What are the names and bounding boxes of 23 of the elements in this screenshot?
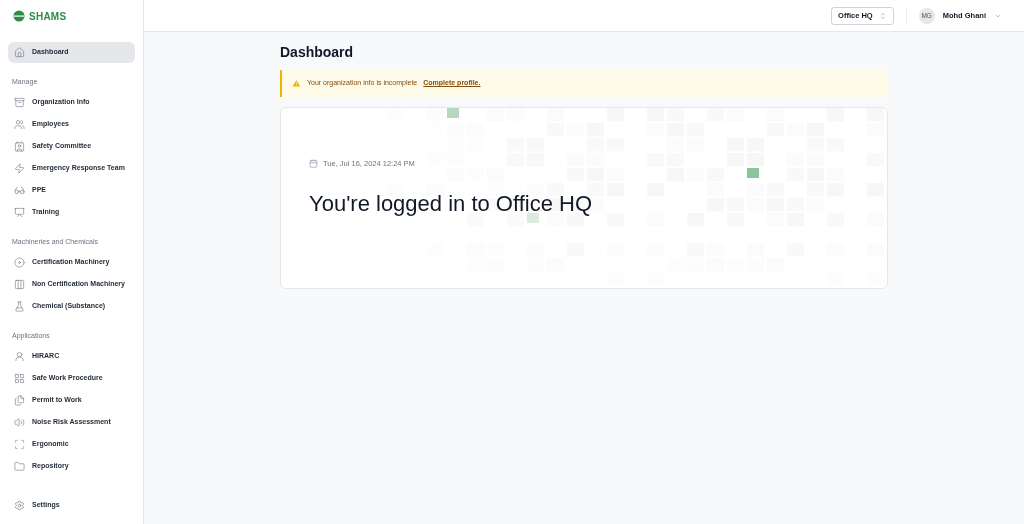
dial-icon (14, 257, 25, 268)
lightning-icon (14, 163, 25, 174)
documents-icon (14, 395, 25, 406)
page-title: Dashboard (280, 43, 355, 62)
home-icon (14, 47, 25, 58)
person-icon (14, 351, 25, 362)
grid-icon (14, 373, 25, 384)
logo-icon (13, 10, 25, 22)
welcome-heading: You're logged in to Office HQ (309, 190, 594, 219)
columns-icon (14, 279, 25, 290)
brand-name: SHAMS (29, 9, 67, 24)
speaker-icon (14, 417, 25, 428)
presentation-board-icon (14, 207, 25, 218)
folder-icon (14, 461, 25, 472)
chevrons-icon (878, 11, 887, 20)
people-icon (14, 119, 25, 130)
calendar-icon (309, 159, 318, 169)
flask-icon (14, 301, 25, 312)
contact-card-icon (14, 141, 25, 152)
settings-icon (14, 500, 25, 511)
goggles-icon (14, 185, 25, 196)
warning-icon (292, 79, 301, 88)
archive-icon (14, 97, 25, 108)
